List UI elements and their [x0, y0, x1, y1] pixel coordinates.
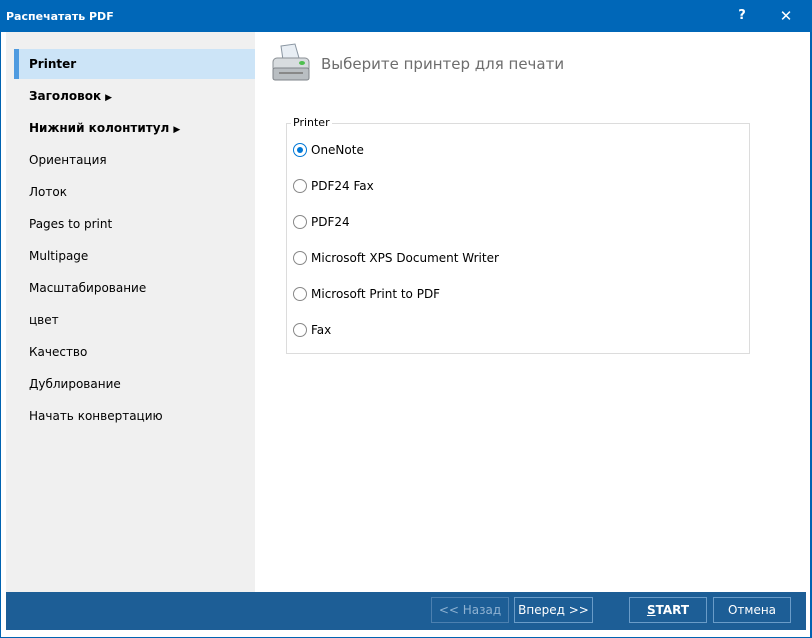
radio-icon: [293, 179, 307, 193]
radio-icon: [293, 251, 307, 265]
option-label: OneNote: [311, 143, 364, 157]
window-title: Распечатать PDF: [6, 10, 114, 23]
printer-group: Printer OneNote PDF24 Fax PDF24 Microsof…: [286, 123, 750, 354]
back-button[interactable]: << Назад: [431, 597, 509, 623]
sidebar-item-label: Заголовок: [29, 89, 101, 103]
start-mnemonic: S: [647, 603, 656, 617]
help-button[interactable]: ?: [722, 4, 762, 28]
radio-icon: [293, 323, 307, 337]
next-button[interactable]: Вперед >>: [514, 597, 593, 623]
sidebar: Printer Заголовок ▶ Нижний колонтитул ▶ Ор…: [6, 32, 255, 592]
sidebar-item-quality[interactable]: Качество: [16, 337, 255, 367]
option-label: Microsoft XPS Document Writer: [311, 251, 499, 265]
printer-option-pdf24-fax[interactable]: PDF24 Fax: [293, 179, 374, 193]
printer-option-print-to-pdf[interactable]: Microsoft Print to PDF: [293, 287, 440, 301]
radio-selected-icon: [293, 143, 307, 157]
group-label: Printer: [291, 116, 332, 129]
chevron-right-icon: ▶: [105, 93, 112, 103]
cancel-button[interactable]: Отмена: [713, 597, 791, 623]
option-label: PDF24 Fax: [311, 179, 374, 193]
option-label: Microsoft Print to PDF: [311, 287, 440, 301]
sidebar-item-tray[interactable]: Лоток: [16, 177, 255, 207]
printer-option-pdf24[interactable]: PDF24: [293, 215, 350, 229]
page-title: Выберите принтер для печати: [321, 55, 564, 73]
sidebar-item-orientation[interactable]: Ориентация: [16, 145, 255, 175]
sidebar-item-duplex[interactable]: Дублирование: [16, 369, 255, 399]
printer-option-xps[interactable]: Microsoft XPS Document Writer: [293, 251, 499, 265]
printer-icon: [269, 42, 313, 86]
sidebar-item-footer[interactable]: Нижний колонтитул ▶: [16, 113, 255, 143]
start-label: TART: [656, 603, 689, 617]
sidebar-item-pages[interactable]: Pages to print: [16, 209, 255, 239]
sidebar-item-label: Нижний колонтитул: [29, 121, 169, 135]
printer-option-fax[interactable]: Fax: [293, 323, 331, 337]
sidebar-item-printer[interactable]: Printer: [16, 49, 255, 79]
sidebar-item-color[interactable]: цвет: [16, 305, 255, 335]
sidebar-item-scaling[interactable]: Масштабирование: [16, 273, 255, 303]
close-button[interactable]: ✕: [766, 4, 806, 28]
sidebar-item-start-conversion[interactable]: Начать конвертацию: [16, 401, 255, 431]
option-label: PDF24: [311, 215, 350, 229]
sidebar-item-header[interactable]: Заголовок ▶: [16, 81, 255, 111]
start-button[interactable]: START: [629, 597, 707, 623]
radio-icon: [293, 215, 307, 229]
chevron-right-icon: ▶: [173, 125, 180, 135]
title-bar: Распечатать PDF ? ✕: [0, 0, 812, 32]
printer-option-onenote[interactable]: OneNote: [293, 143, 364, 157]
sidebar-item-label: Printer: [29, 57, 76, 71]
option-label: Fax: [311, 323, 331, 337]
dialog-body: Printer Заголовок ▶ Нижний колонтитул ▶ Ор…: [1, 32, 810, 637]
page-header: Выберите принтер для печати: [269, 44, 564, 84]
sidebar-item-multipage[interactable]: Multipage: [16, 241, 255, 271]
radio-icon: [293, 287, 307, 301]
button-bar: << Назад Вперед >> START Отмена: [6, 592, 806, 630]
